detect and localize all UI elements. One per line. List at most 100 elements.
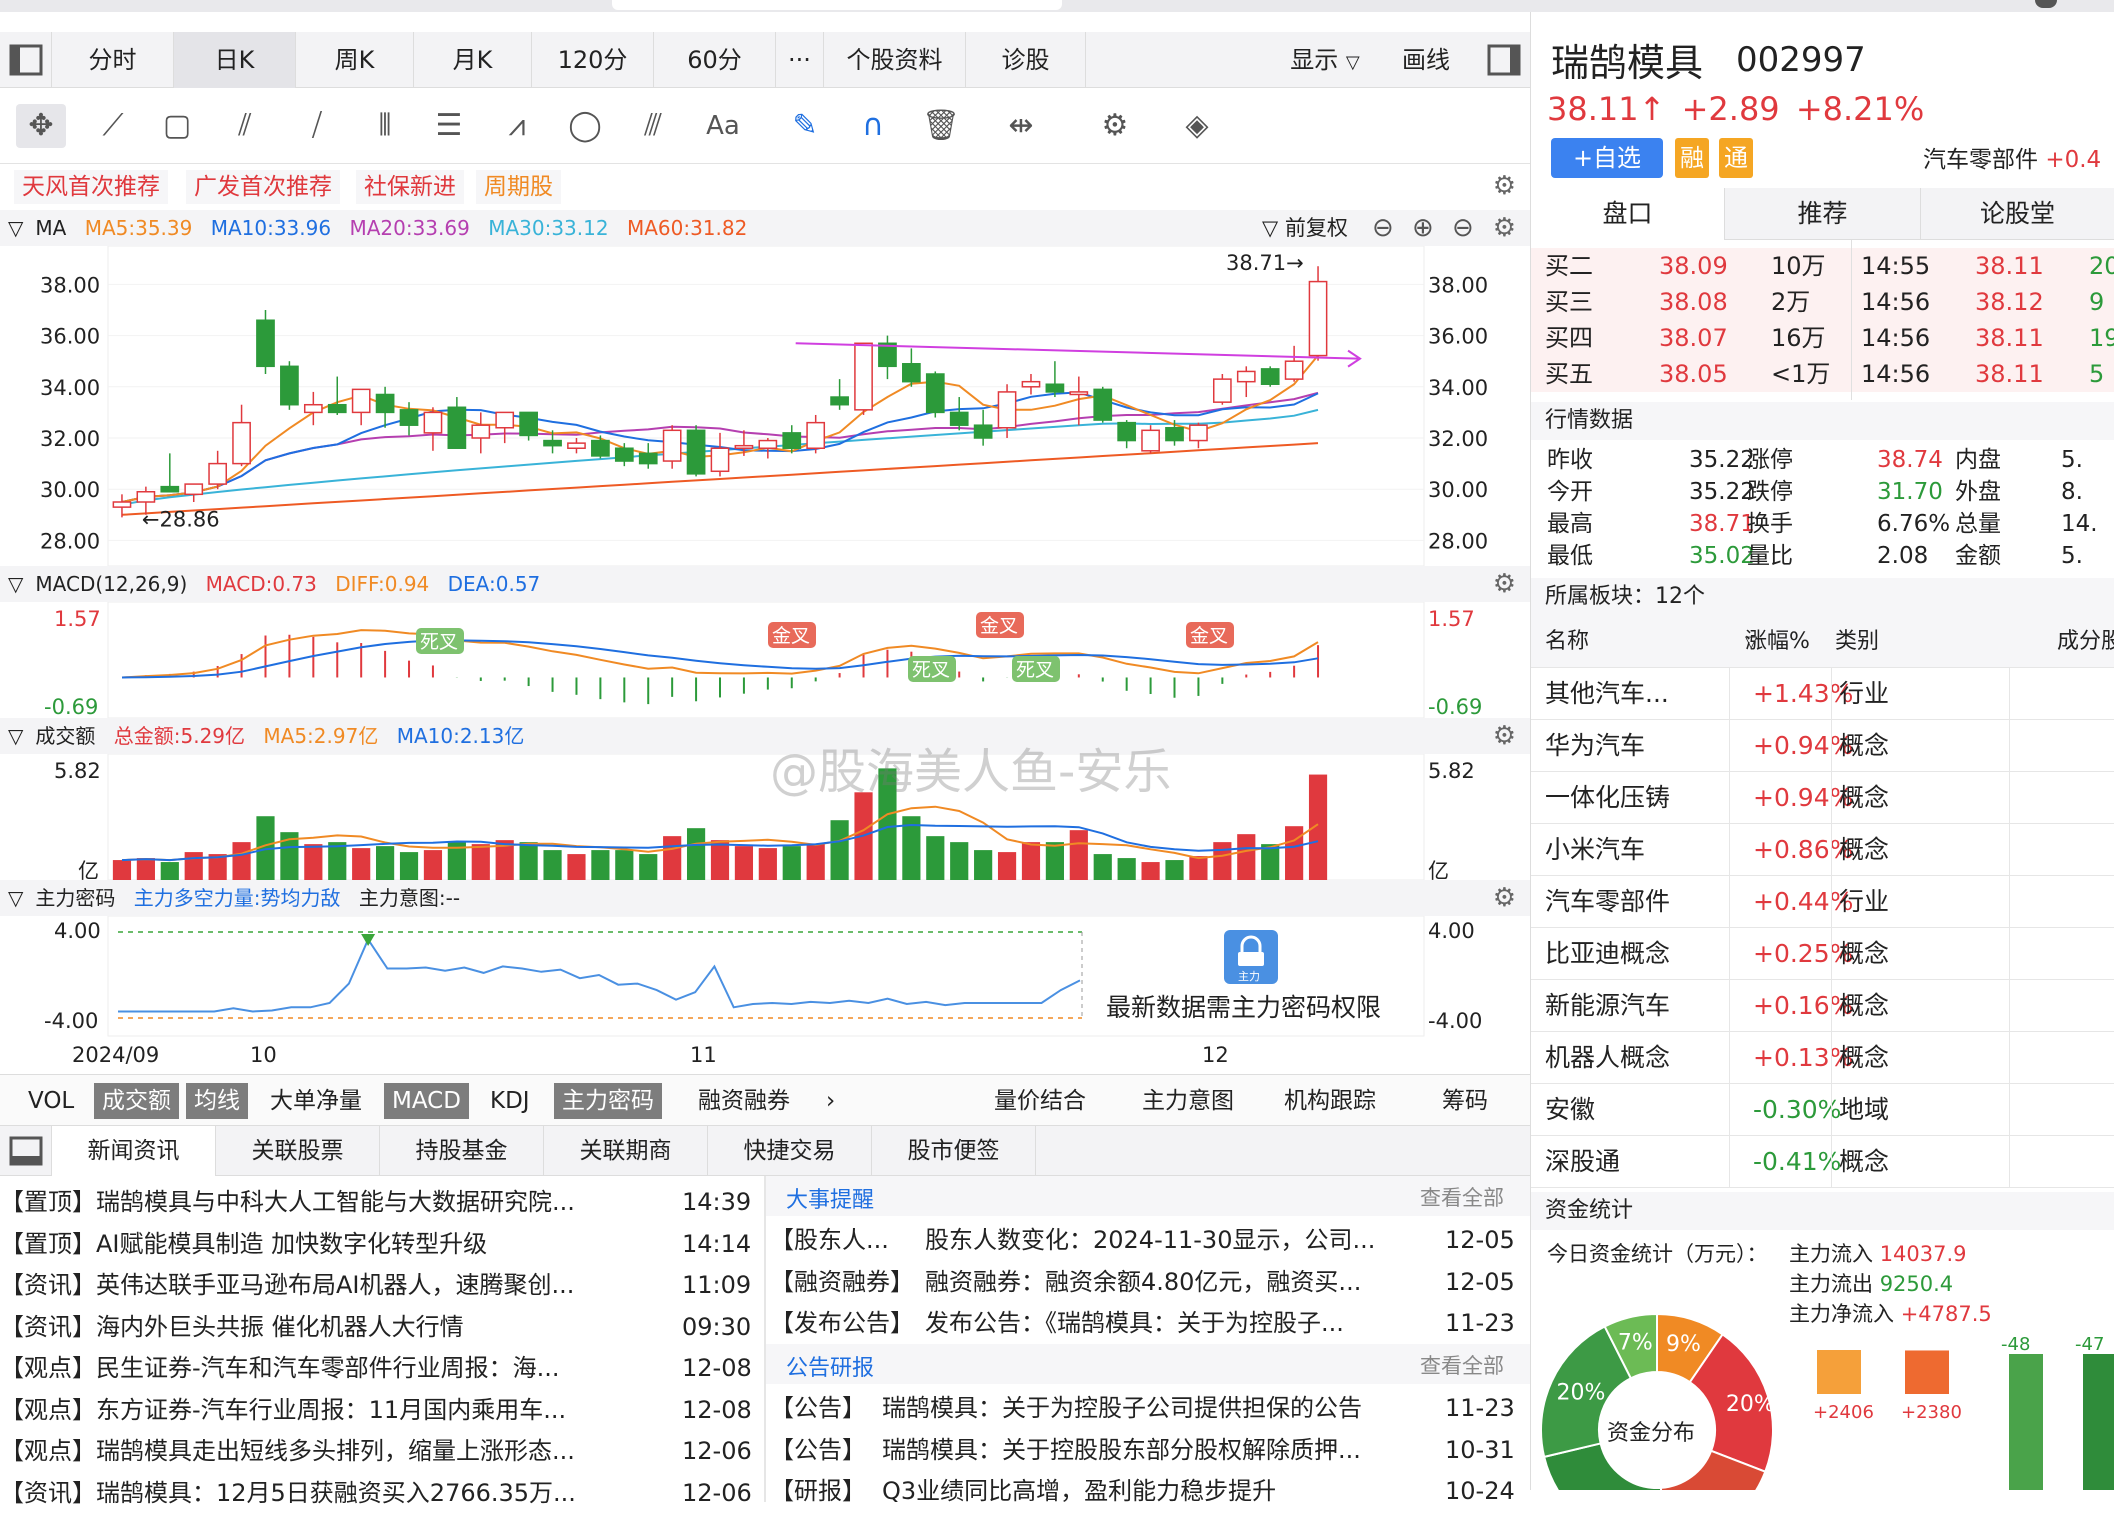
news-item[interactable]: 【观点】瑞鹄模具走出短线多头排列，缩量上涨形态... 12-06 <box>0 1431 760 1471</box>
move-icon[interactable]: ✥ <box>16 104 66 148</box>
tab-fenshi[interactable]: 分时 <box>52 32 174 88</box>
collapse-icon[interactable]: ▽ <box>8 572 23 596</box>
indicator-tab-kdj[interactable]: KDJ <box>482 1083 538 1119</box>
news-item[interactable]: 【资讯】海内外巨头共振 催化机器人大行情 09:30 <box>0 1307 760 1347</box>
event-item[interactable]: 【研报】 Q3业绩同比高增，盈利能力稳步提升 10-24 <box>770 1471 1530 1511</box>
margin-tag[interactable]: 融 <box>1675 138 1709 178</box>
tab-quick-trade[interactable]: 快捷交易 <box>708 1126 872 1176</box>
indicator-tab-macd[interactable]: MACD <box>384 1083 469 1119</box>
board-row[interactable]: 汽车零部件 +0.44% 行业 <box>1531 876 2114 928</box>
orderbook-row[interactable]: 买三 38.08 2万 14:56 38.12 9 <box>1531 284 2114 320</box>
wave-icon[interactable]: ⩘ <box>492 104 542 148</box>
event-item[interactable]: 【公告】 瑞鹄模具：关于控股股东部分股权解除质押... 10-31 <box>770 1430 1530 1470</box>
news-item[interactable]: 【置顶】瑞鹄模具与中科大人工智能与大数据研究院... 14:39 <box>0 1182 760 1222</box>
tab-news[interactable]: 新闻资讯 <box>52 1126 216 1176</box>
recommend-tag[interactable]: 周期股 <box>476 170 561 204</box>
adjust-menu[interactable]: ▽ 前复权 <box>1262 210 1360 246</box>
news-item[interactable]: 【置顶】AI赋能模具制造 加快数字化转型升级 14:14 <box>0 1224 760 1264</box>
main-force-chart[interactable]: 4.00 -4.00 4.00 -4.00 主力最新数据需主力密码权限 2024/09 10… <box>0 916 1530 1074</box>
fibonacci-icon[interactable]: ☰ <box>424 104 474 148</box>
tab-notes[interactable]: 股市便签 <box>872 1126 1036 1176</box>
tab-holding-funds[interactable]: 持股基金 <box>380 1126 544 1176</box>
right-panel-toggle-icon[interactable] <box>1478 32 1530 88</box>
chevron-right-icon[interactable]: › <box>818 1083 843 1119</box>
orderbook-row[interactable]: 买五 38.05 <1万 14:56 38.11 5 <box>1531 356 2114 392</box>
board-row[interactable]: 小米汽车 +0.86% 概念 <box>1531 824 2114 876</box>
tab-forum[interactable]: 论股堂 <box>1921 188 2114 240</box>
collapse-icon[interactable]: ▽ <box>8 216 23 240</box>
tab-stock-profile[interactable]: 个股资料 <box>824 32 966 88</box>
event-item[interactable]: 【股东人... 股东人数变化：2024-11-30显示，公司... 12-05 <box>770 1220 1530 1260</box>
tab-monthly-k[interactable]: 月K <box>414 32 532 88</box>
text-tool-icon[interactable]: Aa <box>698 104 748 148</box>
macd-chart[interactable]: 1.57-0.691.57-0.69死叉 金叉死叉金叉死叉金叉 <box>0 602 1530 718</box>
news-item[interactable]: 【资讯】瑞鹄模具：12月5日获融资买入2766.35万... 12-06 <box>0 1473 760 1513</box>
indicator-price-volume[interactable]: 量价结合 <box>986 1083 1094 1119</box>
orderbook-row[interactable]: 买二 38.09 10万 14:55 38.11 20 <box>1531 248 2114 284</box>
settings-icon[interactable]: ⚙ <box>1493 172 1516 200</box>
tab-weekly-k[interactable]: 周K <box>296 32 414 88</box>
tab-diagnose[interactable]: 诊股 <box>966 32 1086 88</box>
event-item[interactable]: 【融资融券】 融资融券：融资余额4.80亿元，融资买... 12-05 <box>770 1262 1530 1302</box>
news-item[interactable]: 【观点】东方证券-汽车行业周报：11月国内乘用车... 12-08 <box>0 1390 760 1430</box>
indicator-tab-vol[interactable]: VOL <box>20 1083 82 1119</box>
tab-daily-k[interactable]: 日K <box>174 32 296 88</box>
news-item[interactable]: 【观点】民生证券-汽车和汽车零部件行业周报：海... 12-08 <box>0 1348 760 1388</box>
volume-chart[interactable]: 5.82 亿 5.82 亿 <box>0 754 1530 880</box>
board-row[interactable]: 比亚迪概念 +0.25% 概念 <box>1531 928 2114 980</box>
indicator-tab-margin[interactable]: 融资融券 <box>690 1083 798 1119</box>
tab-recommend[interactable]: 推荐 <box>1725 188 1921 240</box>
indicator-tab-ma[interactable]: 均线 <box>186 1083 248 1119</box>
orderbook-row[interactable]: 买四 38.07 16万 14:56 38.11 19 <box>1531 320 2114 356</box>
fan-lines-icon[interactable]: ⫽ <box>220 104 270 148</box>
cycle-icon[interactable]: ◯ <box>560 104 610 148</box>
line-segment-icon[interactable]: ⟋ <box>88 104 138 148</box>
connect-tag[interactable]: 通 <box>1719 138 1753 178</box>
vertical-lines-icon[interactable]: ⦀ <box>360 104 410 148</box>
sector-tag[interactable]: 汽车零部件 +0.4 <box>1923 140 2101 174</box>
draw-line-button[interactable]: 画线 <box>1386 32 1466 88</box>
event-item[interactable]: 【公告】 瑞鹄模具：关于为控股子公司提供担保的公告 11-23 <box>770 1388 1530 1428</box>
board-row[interactable]: 安徽 -0.30% 地域 <box>1531 1084 2114 1136</box>
sidebar-toggle-icon[interactable] <box>0 32 52 88</box>
news-item[interactable]: 【资讯】英伟达联手亚马逊布局AI机器人，速腾聚创... 11:09 <box>0 1265 760 1305</box>
zoom-out-icon[interactable]: ⊖ <box>1372 210 1394 246</box>
tab-more[interactable]: ··· <box>776 32 824 88</box>
board-row[interactable]: 机器人概念 +0.13% 概念 <box>1531 1032 2114 1084</box>
recommend-tag[interactable]: 广发首次推荐 <box>186 170 340 204</box>
board-row[interactable]: 其他汽车... +1.43% 行业 <box>1531 668 2114 720</box>
panel-toggle-icon[interactable] <box>0 1126 52 1176</box>
settings-icon[interactable]: ⚙ <box>1090 104 1140 148</box>
collapse-icon[interactable]: ▽ <box>8 886 23 910</box>
tab-120min[interactable]: 120分 <box>532 32 654 88</box>
window-control[interactable] <box>2035 0 2057 8</box>
add-watchlist-button[interactable]: +自选 <box>1551 138 1663 178</box>
settings-icon[interactable]: ⚙ <box>1493 214 1516 242</box>
magnet-icon[interactable]: ∩ <box>848 104 898 148</box>
notice-more-link[interactable]: 查看全部 <box>1420 1350 1504 1380</box>
zoom-fit-icon[interactable]: ⇹ <box>996 104 1046 148</box>
indicator-institution[interactable]: 机构跟踪 <box>1276 1083 1384 1119</box>
minimize-icon[interactable]: ⊖ <box>1452 210 1474 246</box>
kline-chart[interactable]: 38.00 38.00 36.00 36.00 34.00 34.00 32.00 32.00… <box>0 246 1530 566</box>
indicator-tab-amount[interactable]: 成交额 <box>94 1083 179 1119</box>
recommend-tag[interactable]: 天风首次推荐 <box>14 170 168 204</box>
indicator-main-intent[interactable]: 主力意图 <box>1134 1083 1242 1119</box>
settings-icon[interactable]: ⚙ <box>1493 570 1516 598</box>
tab-60min[interactable]: 60分 <box>654 32 776 88</box>
indicator-tab-main-force[interactable]: 主力密码 <box>554 1083 662 1119</box>
tab-related-futures[interactable]: 关联期商 <box>544 1126 708 1176</box>
board-row[interactable]: 深股通 -0.41% 概念 <box>1531 1136 2114 1188</box>
gann-icon[interactable]: ⫻ <box>628 104 678 148</box>
layers-icon[interactable]: ◈ <box>1172 104 1222 148</box>
trash-icon[interactable]: 🗑 <box>916 104 966 148</box>
event-item[interactable]: 【发布公告】 发布公告：《瑞鹄模具：关于为控股子... 11-23 <box>770 1303 1530 1343</box>
board-row[interactable]: 新能源汽车 +0.16% 概念 <box>1531 980 2114 1032</box>
indicator-tab-bigorder[interactable]: 大单净量 <box>262 1083 370 1119</box>
events-more-link[interactable]: 查看全部 <box>1420 1182 1504 1212</box>
pen-icon[interactable]: ✎ <box>780 104 830 148</box>
channel-icon[interactable]: ⧸ <box>292 104 342 148</box>
tab-related-stocks[interactable]: 关联股票 <box>216 1126 380 1176</box>
recommend-tag[interactable]: 社保新进 <box>356 170 464 204</box>
settings-icon[interactable]: ⚙ <box>1493 884 1516 912</box>
